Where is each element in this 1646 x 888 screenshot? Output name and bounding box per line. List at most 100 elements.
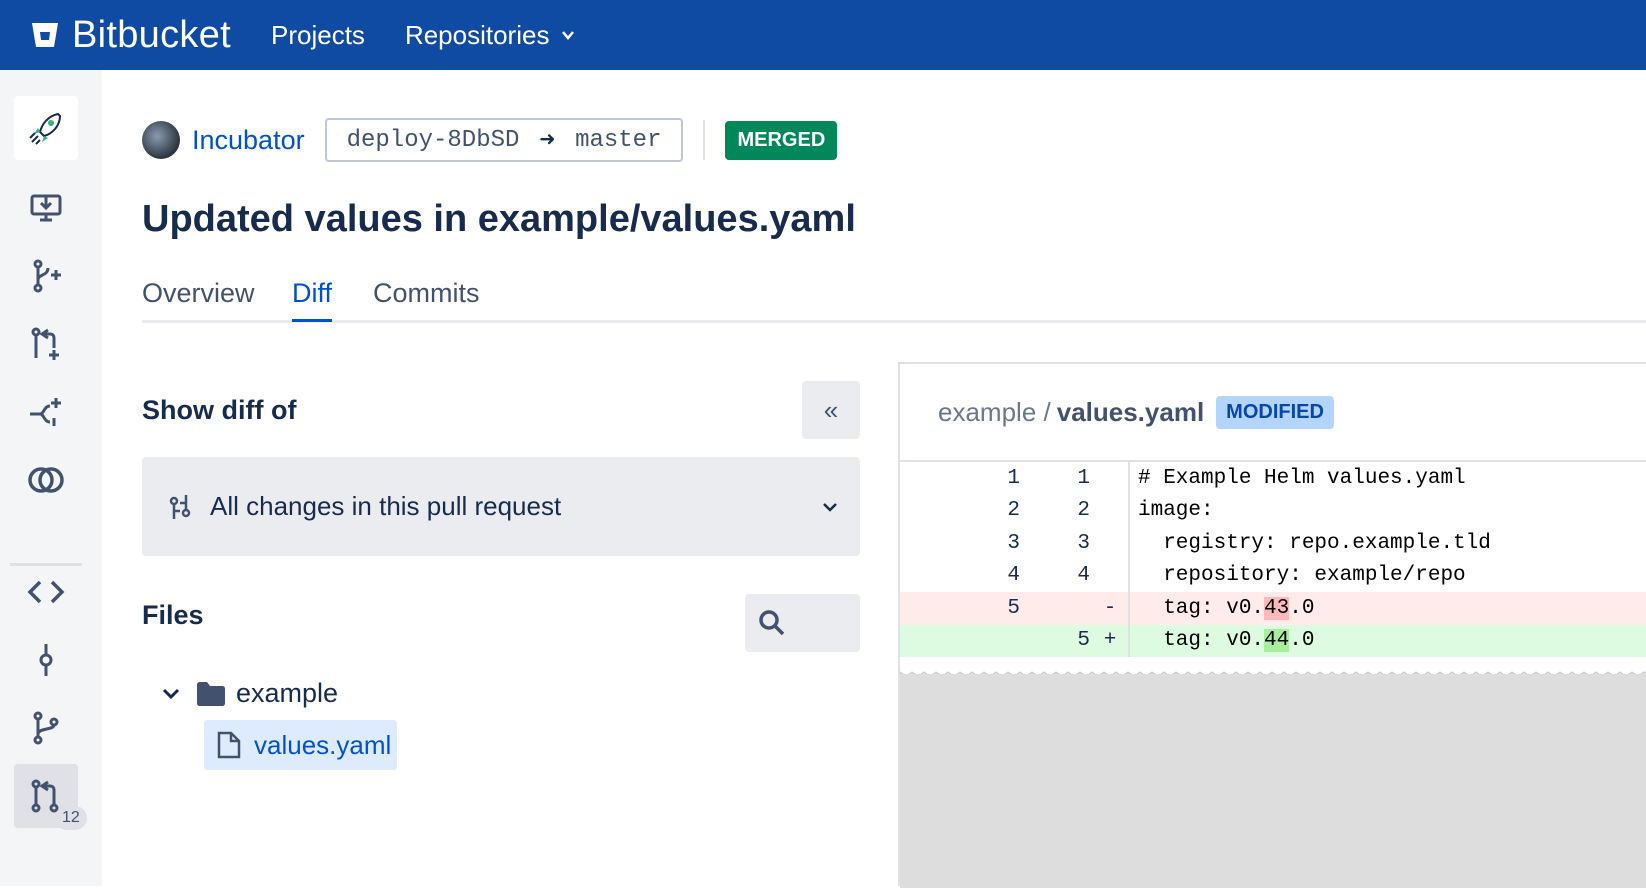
gutter-divider [1128, 462, 1130, 495]
code-prefix: tag: v0. [1138, 596, 1265, 620]
rocket-icon [29, 112, 62, 145]
new-line-number[interactable]: 1 [1050, 467, 1090, 490]
page-title: Updated values in example/values.yaml [142, 198, 856, 240]
repo-avatar [142, 121, 180, 159]
gutter-divider [1128, 624, 1130, 657]
diff-line-added: 5 + tag: v0.44.0 [900, 624, 1646, 657]
file-name: values.yaml [254, 729, 392, 760]
new-line-number[interactable]: 3 [1050, 532, 1090, 555]
added-marker: + [1103, 629, 1117, 653]
tab-overview[interactable]: Overview [142, 278, 255, 319]
diff-lines: 1 1 # Example Helm values.yaml 2 2 image… [900, 462, 1646, 657]
new-line-number[interactable]: 2 [1050, 499, 1090, 522]
bitbucket-icon [32, 23, 58, 47]
branch-indicator: deploy-8DbSD ➜ master [324, 118, 684, 162]
sidebar-create-pull-request[interactable] [14, 312, 78, 376]
nav-repositories-label: Repositories [404, 19, 550, 50]
code-suffix: .0 [1289, 596, 1315, 620]
tab-commits[interactable]: Commits [373, 278, 480, 319]
tab-diff[interactable]: Diff [292, 278, 333, 322]
diff-file-header: example / values.yaml MODIFIED [900, 364, 1646, 462]
target-branch[interactable]: master [575, 127, 661, 154]
sidebar-create-branch[interactable] [14, 244, 78, 308]
arrow-right-icon: ➜ [539, 125, 556, 156]
new-line-number[interactable]: 4 [1050, 564, 1090, 587]
diff-scope-select[interactable]: All changes in this pull request [142, 457, 860, 556]
commit-icon [39, 644, 53, 676]
code-text: repository: example/repo [1138, 564, 1466, 588]
repo-link[interactable]: Incubator [192, 125, 305, 156]
header-divider [703, 120, 706, 160]
code-text: # Example Helm values.yaml [1138, 466, 1466, 490]
code-prefix: tag: v0. [1138, 629, 1265, 653]
clone-icon [30, 194, 62, 222]
diff-line: 1 1 # Example Helm values.yaml [900, 462, 1646, 495]
sidebar-create-fork[interactable] [14, 380, 78, 444]
double-chevron-left-icon: « [823, 394, 839, 425]
collapse-sidebar-button[interactable]: « [802, 381, 860, 439]
nav-projects-label: Projects [271, 19, 365, 50]
create-fork-icon [30, 398, 61, 426]
old-line-number[interactable]: 4 [980, 564, 1020, 587]
pull-request-count-badge: 12 [55, 806, 87, 830]
code-text: registry: repo.example.tld [1138, 531, 1491, 555]
create-pull-request-icon [31, 327, 59, 360]
file-icon [217, 731, 241, 759]
tree-folder-example[interactable]: example [162, 678, 338, 709]
old-line-number[interactable]: 3 [980, 532, 1020, 555]
code-suffix: .0 [1289, 629, 1315, 653]
compare-icon [28, 467, 64, 493]
diff-file-name[interactable]: values.yaml [1057, 397, 1204, 428]
show-diff-of-heading: Show diff of [142, 395, 297, 425]
file-search-button[interactable] [745, 594, 860, 652]
diff-line-removed: 5 - tag: v0.43.0 [900, 592, 1646, 625]
app-name: Bitbucket [72, 13, 232, 56]
old-line-number[interactable]: 5 [980, 597, 1020, 620]
sidebar-compare[interactable] [14, 448, 78, 512]
code-text: tag: v0.43.0 [1138, 596, 1315, 620]
sidebar-branches[interactable] [14, 696, 78, 760]
removed-marker: - [1103, 596, 1117, 620]
old-line-number[interactable]: 2 [980, 499, 1020, 522]
gutter-divider [1128, 527, 1130, 560]
branches-icon [33, 711, 59, 745]
folder-icon [197, 681, 225, 706]
added-highlight: 44 [1264, 629, 1290, 653]
nav-repositories[interactable]: Repositories [405, 20, 576, 51]
gutter-divider [1128, 494, 1130, 527]
chevron-down-icon [162, 688, 180, 699]
diff-file-dir[interactable]: example / [938, 397, 1051, 428]
diff-line: 3 3 registry: repo.example.tld [900, 527, 1646, 560]
new-line-number[interactable]: 5 [1050, 629, 1090, 652]
code-text: tag: v0.44.0 [1138, 629, 1315, 653]
bitbucket-logo[interactable]: Bitbucket [30, 14, 231, 57]
gutter-divider [1128, 559, 1130, 592]
main-content: Incubator deploy-8DbSD ➜ master MERGED U… [102, 70, 1646, 888]
status-badge: MERGED [725, 120, 838, 160]
source-branch[interactable]: deploy-8DbSD [347, 127, 520, 154]
create-branch-icon [33, 259, 61, 293]
pr-header: Incubator deploy-8DbSD ➜ master MERGED [142, 118, 838, 162]
sidebar-clone[interactable] [14, 176, 78, 240]
removed-highlight: 43 [1264, 596, 1290, 620]
changes-icon [169, 494, 191, 519]
code-text: image: [1138, 499, 1214, 523]
old-line-number[interactable]: 1 [980, 467, 1020, 490]
repo-sidebar: 12 [0, 70, 102, 886]
sidebar-repo-avatar[interactable] [14, 96, 78, 160]
files-heading: Files [142, 600, 204, 630]
nav-projects[interactable]: Projects [271, 20, 365, 51]
chevron-down-icon [562, 31, 575, 40]
chevron-down-icon [823, 503, 837, 512]
diff-line: 2 2 image: [900, 494, 1646, 527]
source-code-icon [27, 580, 65, 604]
pr-tabs: Overview Diff Commits [142, 278, 1646, 323]
sidebar-commits[interactable] [14, 628, 78, 692]
diff-line: 4 4 repository: example/repo [900, 559, 1646, 592]
search-icon [759, 610, 785, 636]
sidebar-source[interactable] [14, 560, 78, 624]
top-navigation: Bitbucket Projects Repositories [0, 0, 1646, 70]
diff-empty-area [900, 674, 1646, 888]
folder-name: example [236, 678, 339, 708]
tree-file-values-yaml[interactable]: values.yaml [204, 720, 397, 770]
